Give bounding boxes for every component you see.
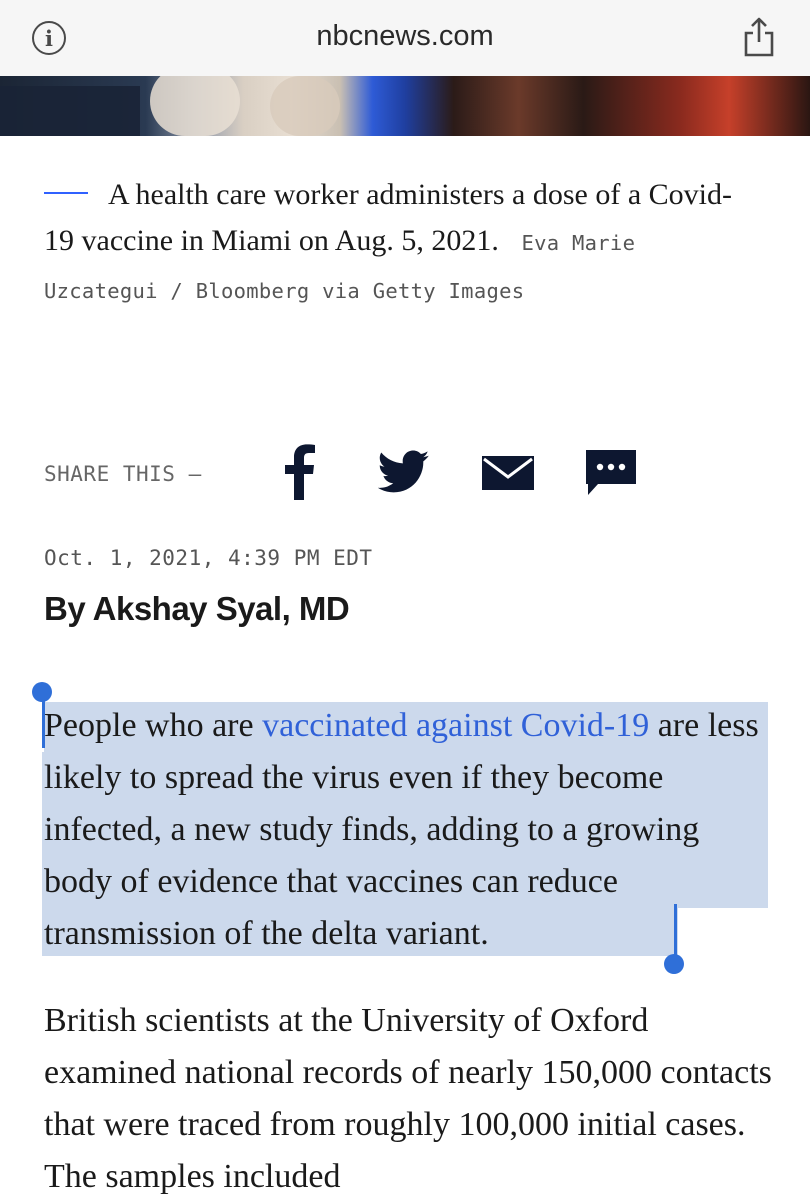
share-label: SHARE THIS — bbox=[44, 462, 202, 486]
paragraph-text: People who are bbox=[44, 707, 263, 744]
email-icon[interactable] bbox=[482, 456, 534, 490]
article-paragraph: British scientists at the University of … bbox=[44, 1002, 772, 1195]
share-bar: SHARE THIS — bbox=[44, 440, 684, 510]
url-text[interactable]: nbcnews.com bbox=[0, 20, 810, 53]
sms-icon[interactable] bbox=[586, 450, 636, 496]
share-icon[interactable] bbox=[742, 16, 776, 58]
caption-accent-rule bbox=[44, 192, 88, 195]
publish-date: Oct. 1, 2021, 4:39 PM EDT bbox=[44, 546, 373, 570]
vaccinated-link[interactable]: vaccinated against Covid-19 bbox=[262, 707, 649, 744]
facebook-icon[interactable] bbox=[282, 444, 316, 500]
twitter-icon[interactable] bbox=[378, 450, 430, 494]
article-paragraph: People who are vaccinated against Covid-… bbox=[44, 700, 774, 960]
author-byline[interactable]: By Akshay Syal, MD bbox=[44, 590, 350, 628]
hero-image bbox=[0, 76, 810, 136]
browser-url-bar: i nbcnews.com bbox=[0, 0, 810, 77]
image-caption: A health care worker administers a dose … bbox=[44, 172, 734, 314]
